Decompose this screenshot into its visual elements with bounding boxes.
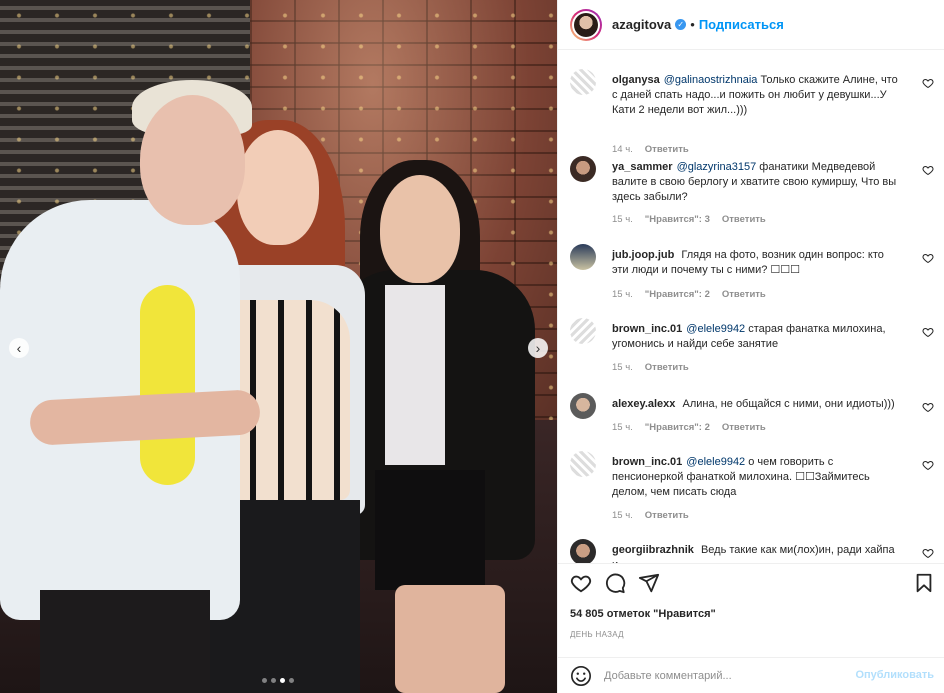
comments-list[interactable]: olganysa @galinaostrizhnaia Только скажит… [558,51,944,563]
add-comment-bar: Опубликовать [558,657,944,693]
comment-time: 15 ч. [612,362,633,373]
comment-username[interactable]: jub.joop.jub [612,249,674,261]
reply-button[interactable]: Ответить [722,214,766,225]
comment-time: 15 ч. [612,214,633,225]
post-time: ДЕНЬ НАЗАД [570,630,624,639]
carousel-dot [262,678,267,683]
comment-time: 14 ч. [612,144,633,155]
author-username[interactable]: azagitova [612,17,671,32]
heart-icon[interactable] [922,401,934,413]
comment-text: Алина, не общайся с ними, они идиоты))) [682,398,895,410]
smiley-icon[interactable] [570,665,592,687]
likes-count[interactable]: 54 805 отметок "Нравится" [570,608,716,620]
avatar[interactable] [570,539,596,563]
post-header: azagitova ✓ • Подписаться [558,0,944,50]
post-actions: 54 805 отметок "Нравится" ДЕНЬ НАЗАД Опу… [558,563,944,693]
publish-button[interactable]: Опубликовать [855,669,934,681]
reply-button[interactable]: Ответить [722,422,766,433]
comment-likes[interactable]: "Нравится": 3 [645,214,710,225]
comment-username[interactable]: olganysa [612,74,660,86]
comment-username[interactable]: brown_inc.01 [612,456,682,468]
reply-button[interactable]: Ответить [722,289,766,300]
comment-likes[interactable]: "Нравится": 2 [645,289,710,300]
avatar[interactable] [570,451,596,477]
avatar[interactable] [570,156,596,182]
comment-username[interactable]: brown_inc.01 [612,323,682,335]
comment-time: 15 ч. [612,510,633,521]
comment-mention[interactable]: @elele9942 [686,323,745,335]
comment-time: 15 ч. [612,422,633,433]
paper-plane-icon[interactable] [638,572,660,594]
comment-mention[interactable]: @galinaostrizhnaia [664,74,758,86]
carousel-dot [271,678,276,683]
comment-mention[interactable]: @glazyrina3157 [677,161,757,173]
heart-icon[interactable] [922,77,934,89]
comment-username[interactable]: ya_sammer [612,161,673,173]
avatar[interactable] [570,244,596,270]
comment-username[interactable]: alexey.alexx [612,398,675,410]
reply-button[interactable]: Ответить [645,144,689,155]
reply-button[interactable]: Ответить [645,362,689,373]
comment-input[interactable] [604,664,844,688]
post-photo[interactable]: ‹ › [0,0,557,693]
chevron-right-icon[interactable]: › [528,338,548,358]
avatar[interactable] [570,318,596,344]
avatar[interactable] [570,8,602,41]
avatar[interactable] [570,69,596,95]
chevron-left-icon[interactable]: ‹ [9,338,29,358]
heart-icon[interactable] [570,572,592,594]
carousel-dot [289,678,294,683]
comment-bubble-icon[interactable] [604,572,626,594]
heart-icon[interactable] [922,252,934,264]
heart-icon[interactable] [922,164,934,176]
post-sidebar: azagitova ✓ • Подписаться olganysa @galin… [557,0,944,693]
follow-button[interactable]: Подписаться [699,17,784,32]
comment-time: 15 ч. [612,289,633,300]
bookmark-icon[interactable] [913,572,935,594]
avatar[interactable] [570,393,596,419]
carousel-dots [262,678,294,683]
heart-icon[interactable] [922,547,934,559]
carousel-dot [280,678,285,683]
heart-icon[interactable] [922,459,934,471]
comment-mention[interactable]: @elele9942 [686,456,745,468]
heart-icon[interactable] [922,326,934,338]
verified-badge-icon: ✓ [675,19,687,30]
reply-button[interactable]: Ответить [645,510,689,521]
comment-username[interactable]: georgiibrazhnik [612,544,694,556]
comment-likes[interactable]: "Нравится": 2 [645,422,710,433]
